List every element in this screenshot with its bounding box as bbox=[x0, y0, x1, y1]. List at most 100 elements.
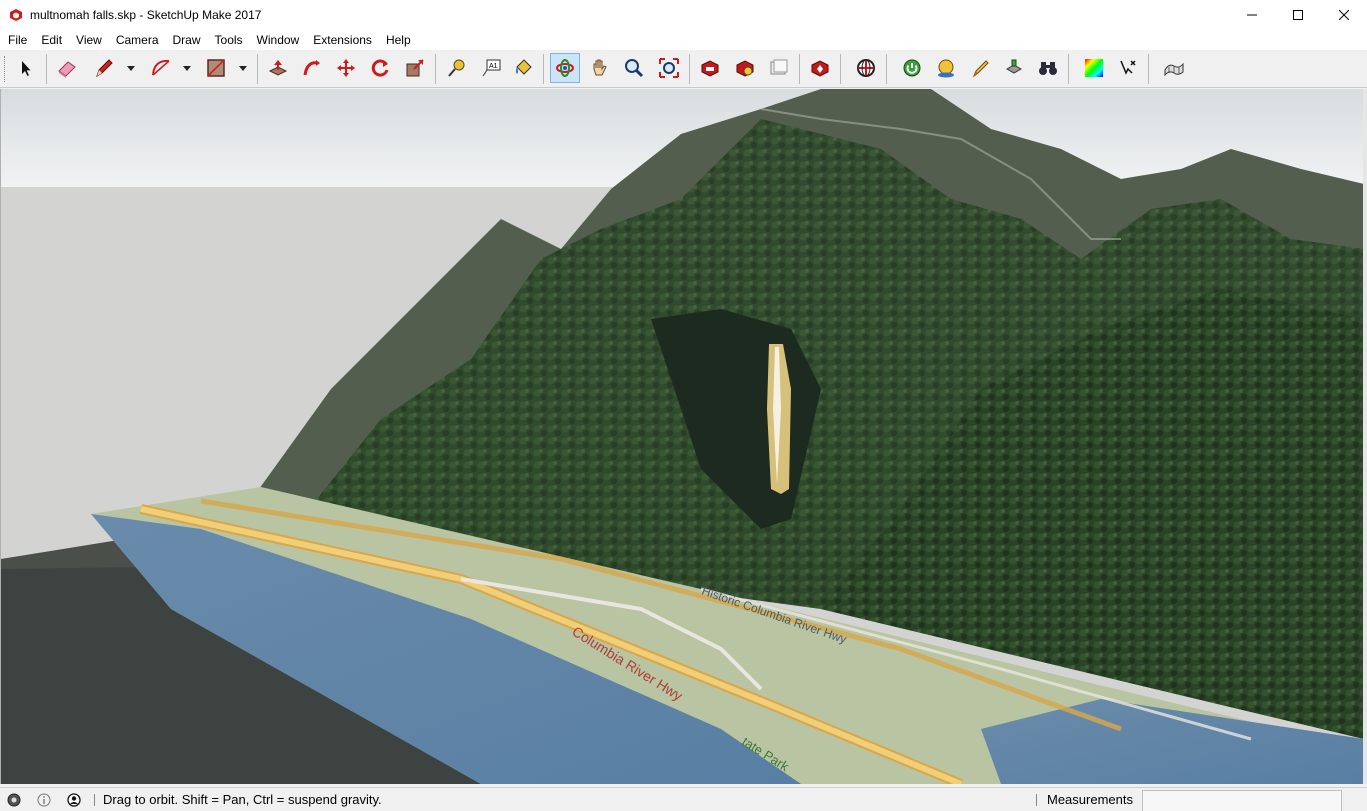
tape-measure-icon bbox=[448, 59, 465, 77]
measurements-label: Measurements bbox=[1047, 792, 1133, 807]
add-location-button[interactable] bbox=[897, 53, 927, 83]
toolbar-separator bbox=[257, 54, 258, 84]
toolbar-separator bbox=[46, 54, 47, 84]
toolbar-separator bbox=[1148, 54, 1149, 84]
color-button[interactable] bbox=[1079, 53, 1109, 83]
window-title: multnomah falls.skp - SketchUp Make 2017 bbox=[30, 8, 262, 22]
title-bar: multnomah falls.skp - SketchUp Make 2017 bbox=[0, 0, 1367, 30]
follow-me-icon bbox=[303, 60, 320, 76]
measurements-divider bbox=[1036, 794, 1037, 806]
pencil-sandbox-icon bbox=[972, 60, 989, 78]
paint-bucket-tool-button[interactable] bbox=[508, 53, 538, 83]
shape-tool-button[interactable] bbox=[201, 53, 231, 83]
menu-file[interactable]: File bbox=[1, 30, 34, 50]
eraser-icon bbox=[58, 61, 76, 78]
tape-measure-tool-button[interactable] bbox=[441, 53, 471, 83]
user-account-icon[interactable] bbox=[66, 792, 82, 808]
stamp-icon bbox=[1005, 59, 1023, 74]
toolbar-separator bbox=[799, 54, 800, 84]
arc-icon bbox=[152, 59, 170, 76]
toolbar-separator bbox=[1068, 54, 1069, 84]
rotate-icon bbox=[371, 59, 389, 77]
minimize-button[interactable] bbox=[1229, 0, 1275, 30]
status-divider bbox=[94, 793, 95, 806]
terrain-button[interactable] bbox=[1159, 53, 1189, 83]
follow-me-tool-button[interactable] bbox=[297, 53, 327, 83]
terrain-mesh-icon bbox=[1164, 62, 1184, 77]
menu-bar: File Edit View Camera Draw Tools Window … bbox=[0, 30, 1367, 50]
magnifier-zoom-icon bbox=[625, 59, 644, 78]
window-controls bbox=[1229, 0, 1367, 30]
3d-warehouse-button[interactable] bbox=[695, 53, 725, 83]
extension-warehouse-icon bbox=[736, 60, 754, 77]
geo-location-button[interactable] bbox=[851, 53, 881, 83]
zoom-extents-tool-button[interactable] bbox=[654, 53, 684, 83]
orbit-tool-button[interactable] bbox=[550, 53, 580, 83]
power-location-icon bbox=[903, 59, 921, 77]
menu-extensions[interactable]: Extensions bbox=[306, 30, 379, 50]
push-pull-tool-button[interactable] bbox=[263, 53, 293, 83]
rotate-tool-button[interactable] bbox=[365, 53, 395, 83]
pencil-icon bbox=[96, 59, 113, 78]
3d-warehouse-icon bbox=[701, 60, 719, 77]
extension-manager-icon bbox=[811, 60, 829, 77]
eraser-tool-button[interactable] bbox=[52, 53, 82, 83]
maximize-button[interactable] bbox=[1275, 0, 1321, 30]
scale-icon bbox=[406, 59, 424, 77]
arc-tool-button[interactable] bbox=[146, 53, 176, 83]
close-button[interactable] bbox=[1321, 0, 1367, 30]
menu-view[interactable]: View bbox=[69, 30, 109, 50]
menu-window[interactable]: Window bbox=[250, 30, 307, 50]
extension-warehouse-button[interactable] bbox=[730, 53, 760, 83]
toolbar-separator bbox=[435, 54, 436, 84]
shadows-button[interactable] bbox=[931, 53, 961, 83]
rectangle-icon bbox=[207, 59, 225, 77]
zoom-extents-icon bbox=[659, 58, 679, 78]
globe-geo-location-icon bbox=[857, 59, 875, 77]
line-dropdown-chevron-down-icon[interactable] bbox=[126, 64, 136, 72]
toolbar-separator bbox=[543, 54, 544, 84]
orbit-icon bbox=[556, 59, 574, 77]
terrain-scene: Columbia River Hwy Historic Columbia Riv… bbox=[1, 89, 1363, 784]
pan-tool-button[interactable] bbox=[585, 53, 615, 83]
menu-draw[interactable]: Draw bbox=[166, 30, 208, 50]
geo-location-status-icon[interactable] bbox=[6, 792, 22, 808]
credits-info-icon[interactable] bbox=[36, 792, 52, 808]
sandbox-smoove-button[interactable] bbox=[966, 53, 996, 83]
arc-dropdown-chevron-down-icon[interactable] bbox=[182, 64, 192, 72]
send-to-layout-button[interactable] bbox=[764, 53, 794, 83]
color-spectrum-icon bbox=[1085, 59, 1103, 77]
menu-camera[interactable]: Camera bbox=[109, 30, 166, 50]
paint-section-button[interactable] bbox=[999, 53, 1029, 83]
toolbar-separator bbox=[840, 54, 841, 84]
binoculars-icon bbox=[1039, 62, 1057, 75]
send-to-layout-icon bbox=[770, 59, 788, 75]
status-hint-text: Drag to orbit. Shift = Pan, Ctrl = suspe… bbox=[103, 792, 382, 807]
menu-tools[interactable]: Tools bbox=[208, 30, 250, 50]
line-tool-button[interactable] bbox=[89, 53, 119, 83]
zoom-tool-button[interactable] bbox=[619, 53, 649, 83]
sketchup-window: multnomah falls.skp - SketchUp Make 2017… bbox=[0, 0, 1367, 811]
extension-manager-button[interactable] bbox=[805, 53, 835, 83]
paint-bucket-icon bbox=[516, 59, 532, 75]
measurements-input[interactable] bbox=[1142, 790, 1342, 811]
text-tool-button[interactable]: A1 bbox=[476, 53, 506, 83]
status-bar: Drag to orbit. Shift = Pan, Ctrl = suspe… bbox=[0, 787, 1367, 811]
menu-edit[interactable]: Edit bbox=[34, 30, 69, 50]
menu-help[interactable]: Help bbox=[379, 30, 418, 50]
sketchup-logo-icon bbox=[8, 7, 24, 23]
axes-tool-button[interactable] bbox=[1113, 53, 1143, 83]
shape-dropdown-chevron-down-icon[interactable] bbox=[238, 64, 248, 72]
3d-viewport[interactable]: Columbia River Hwy Historic Columbia Riv… bbox=[0, 89, 1363, 784]
select-tool-button[interactable] bbox=[11, 53, 41, 83]
axes-icon bbox=[1120, 60, 1136, 75]
select-arrow-icon bbox=[22, 61, 31, 76]
binoculars-button[interactable] bbox=[1033, 53, 1063, 83]
text-label-icon: A1 bbox=[482, 59, 501, 77]
move-tool-button[interactable] bbox=[331, 53, 361, 83]
sun-shadows-icon bbox=[938, 59, 954, 78]
toolbar-separator bbox=[689, 54, 690, 84]
push-pull-icon bbox=[268, 60, 288, 76]
scale-tool-button[interactable] bbox=[400, 53, 430, 83]
toolbar-grip[interactable] bbox=[4, 56, 7, 82]
